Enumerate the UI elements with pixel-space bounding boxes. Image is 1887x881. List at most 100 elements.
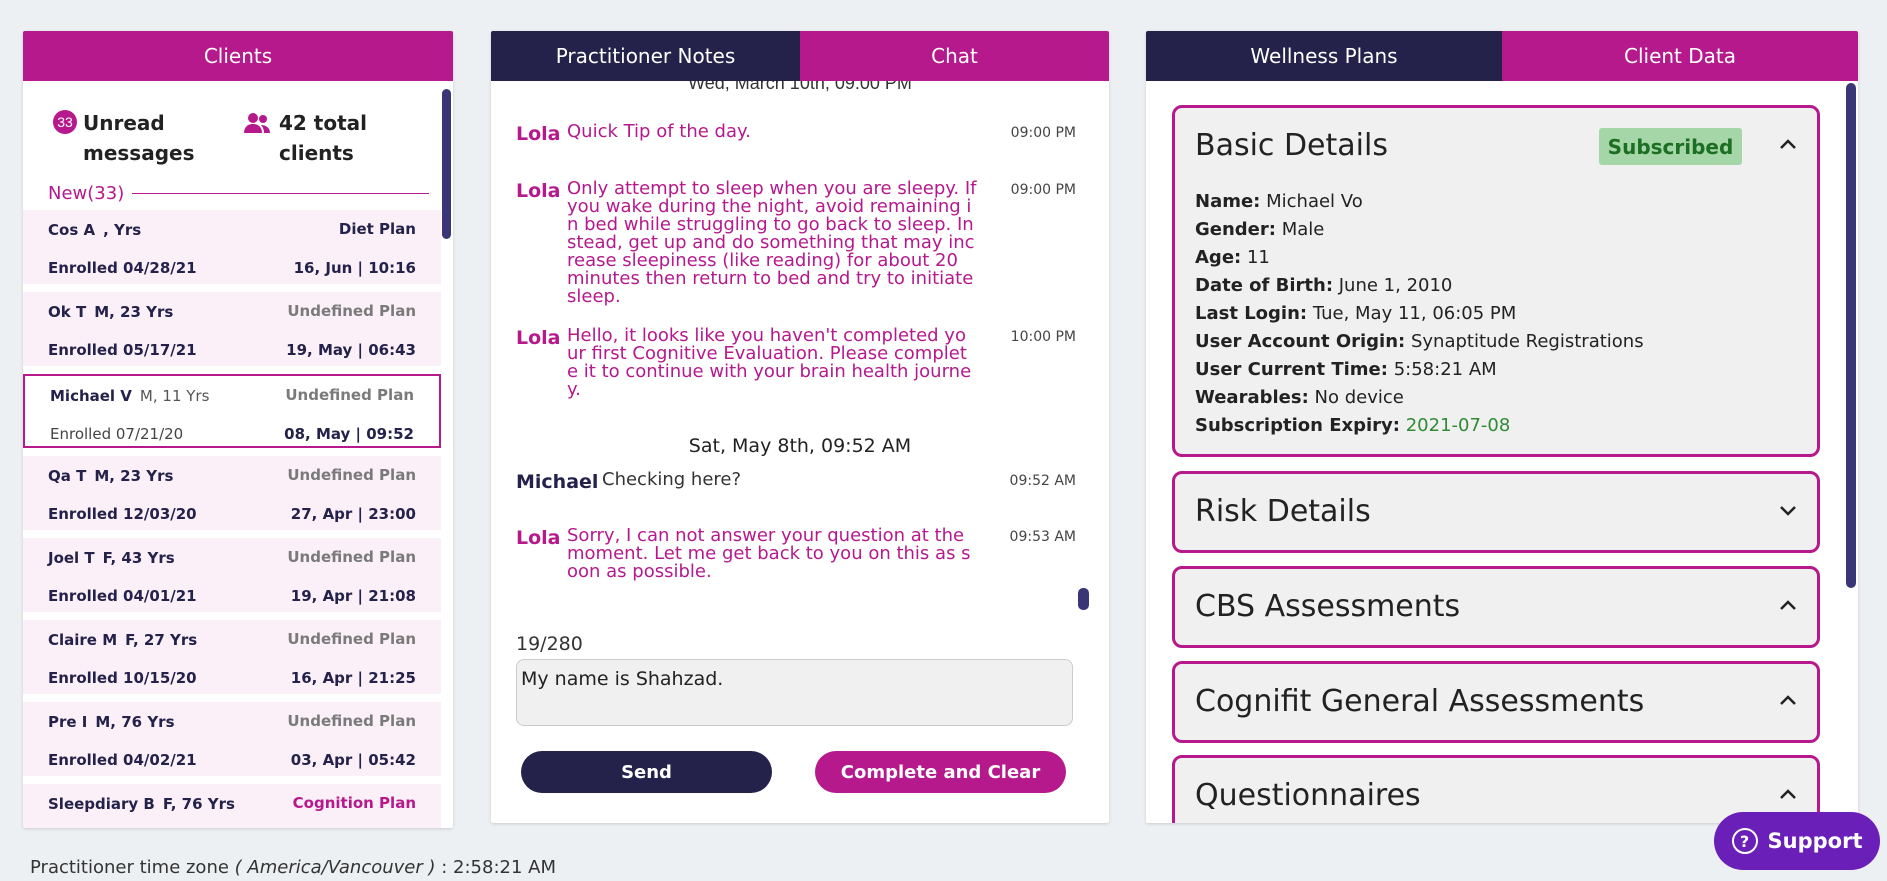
clients-tabbar: Clients bbox=[23, 31, 453, 81]
support-button[interactable]: ? Support bbox=[1714, 812, 1880, 870]
chevron-up-icon[interactable] bbox=[1779, 599, 1797, 611]
client-list-item[interactable]: Joel T F, 43 Yrs Undefined Plan Enrolled 04… bbox=[23, 538, 441, 612]
client-enrolled: Enrolled 10/15/20 bbox=[48, 669, 197, 687]
section-title: Basic Details bbox=[1195, 128, 1388, 163]
client-last-activity: 08, May | 09:52 bbox=[284, 425, 414, 443]
section-title: CBS Assessments bbox=[1195, 589, 1461, 624]
chevron-down-icon[interactable] bbox=[1779, 504, 1797, 516]
client-last-activity: 19, Apr | 21:08 bbox=[290, 587, 416, 605]
subscription-status-badge: Subscribed bbox=[1599, 128, 1742, 165]
char-counter: 19/280 bbox=[516, 633, 583, 655]
client-plan: Undefined Plan bbox=[287, 548, 416, 566]
client-plan: Undefined Plan bbox=[285, 386, 414, 404]
client-plan: Undefined Plan bbox=[287, 712, 416, 730]
tab-wellness-plans[interactable]: Wellness Plans bbox=[1146, 31, 1502, 81]
risk-details-section[interactable]: Risk Details bbox=[1172, 471, 1820, 553]
message-sender: Lola bbox=[516, 123, 561, 145]
clients-scrollbar[interactable] bbox=[442, 89, 451, 239]
client-name-row: Michael V M, 11 Yrs bbox=[50, 386, 284, 418]
client-name: Cos A bbox=[48, 221, 96, 239]
client-name: Joel T bbox=[48, 549, 95, 567]
chevron-up-icon[interactable] bbox=[1779, 694, 1797, 706]
message-input[interactable]: My name is Shahzad. bbox=[516, 659, 1073, 726]
client-meta: F, 27 Yrs bbox=[125, 631, 198, 649]
client-list-item[interactable]: Qa T M, 23 Yrs Undefined Plan Enrolled 12/0… bbox=[23, 456, 441, 530]
tz-zone: ( America/Vancouver ) bbox=[234, 857, 436, 878]
client-meta: M, 76 Yrs bbox=[95, 713, 175, 731]
client-last-activity: 16, Apr | 21:25 bbox=[290, 669, 416, 687]
cognifit-assessments-section[interactable]: Cognifit General Assessments bbox=[1172, 661, 1820, 743]
client-name-row: Claire M F, 27 Yrs bbox=[48, 630, 287, 662]
send-button[interactable]: Send bbox=[521, 751, 772, 793]
client-list-item[interactable]: Claire M F, 27 Yrs Undefined Plan Enrolled … bbox=[23, 620, 441, 694]
message-time: 09:00 PM bbox=[1010, 182, 1076, 198]
details-scrollbar[interactable] bbox=[1846, 83, 1856, 588]
client-list-item[interactable]: Michael V M, 11 Yrs Undefined Plan Enrolled… bbox=[23, 374, 441, 448]
people-icon bbox=[244, 113, 270, 133]
right-body: Basic Details Subscribed Name: Michael V… bbox=[1146, 81, 1858, 823]
client-last-activity: 27, Apr | 23:00 bbox=[290, 505, 416, 523]
client-enrolled: Enrolled 04/02/21 bbox=[48, 751, 197, 769]
message-text: Quick Tip of the day. bbox=[567, 121, 751, 142]
tz-prefix: Practitioner time zone bbox=[30, 857, 235, 878]
new-divider-line bbox=[132, 192, 429, 194]
message: Lola Quick Tip of the day. 09:00 PM bbox=[516, 121, 1076, 146]
client-list: Cos A , Yrs Diet Plan Enrolled 04/28/21 16, … bbox=[23, 210, 453, 828]
message-sender: Lola bbox=[516, 180, 561, 202]
message-time: 09:53 AM bbox=[1009, 529, 1076, 545]
detail-row: Date of Birth: June 1, 2010 bbox=[1195, 272, 1644, 300]
tab-client-data[interactable]: Client Data bbox=[1502, 31, 1858, 81]
client-list-item[interactable]: Ok T M, 23 Yrs Undefined Plan Enrolled 05/1… bbox=[23, 292, 441, 366]
clients-body: 33 Unread messages 42 total clients New(… bbox=[23, 81, 453, 828]
client-plan: Undefined Plan bbox=[287, 302, 416, 320]
section-title: Cognifit General Assessments bbox=[1195, 684, 1645, 719]
message: Michael Checking here? 09:52 AM bbox=[516, 469, 1076, 494]
message-time: 10:00 PM bbox=[1010, 329, 1076, 345]
client-name-row: Qa T M, 23 Yrs bbox=[48, 466, 287, 498]
message-text: Checking here? bbox=[602, 469, 742, 490]
client-list-item[interactable]: Pre I M, 76 Yrs Undefined Plan Enrolled 04/… bbox=[23, 702, 441, 776]
message: Lola Hello, it looks like you haven't co… bbox=[516, 327, 1076, 399]
client-meta: F, 76 Yrs bbox=[162, 795, 235, 813]
chat-scrollbar[interactable] bbox=[1078, 588, 1089, 610]
client-meta: M, 11 Yrs bbox=[139, 387, 210, 405]
unread-label: Unread messages bbox=[83, 111, 195, 165]
cbs-assessments-section[interactable]: CBS Assessments bbox=[1172, 566, 1820, 648]
detail-key: Gender: bbox=[1195, 219, 1276, 240]
client-name-row: Pre I M, 76 Yrs bbox=[48, 712, 287, 744]
detail-value: Michael Vo bbox=[1266, 191, 1363, 212]
tab-clients[interactable]: Clients bbox=[23, 31, 453, 81]
complete-and-clear-button[interactable]: Complete and Clear bbox=[815, 751, 1066, 793]
clients-summary: 33 Unread messages 42 total clients bbox=[23, 81, 453, 178]
detail-key: User Current Time: bbox=[1195, 359, 1388, 380]
detail-row: Wearables: No device bbox=[1195, 384, 1644, 412]
basic-details-section: Basic Details Subscribed Name: Michael V… bbox=[1172, 105, 1820, 457]
new-label: New(33) bbox=[48, 182, 125, 204]
chat-panel: Practitioner Notes Chat Wed, March 10th,… bbox=[491, 31, 1109, 823]
client-name: Claire M bbox=[48, 631, 118, 649]
chevron-up-icon[interactable] bbox=[1779, 138, 1797, 150]
support-label: Support bbox=[1767, 829, 1863, 853]
detail-key: Date of Birth: bbox=[1195, 275, 1334, 296]
client-name-row: Cos A , Yrs bbox=[48, 220, 294, 252]
detail-row: Age: 11 bbox=[1195, 244, 1644, 272]
chevron-up-icon[interactable] bbox=[1779, 788, 1797, 800]
detail-row: Subscription Expiry: 2021-07-08 bbox=[1195, 412, 1644, 440]
tab-practitioner-notes[interactable]: Practitioner Notes bbox=[491, 31, 800, 81]
client-details-panel: Wellness Plans Client Data Basic Details… bbox=[1146, 31, 1858, 823]
chat-body: Wed, March 10th, 09:00 PM Lola Quick Tip… bbox=[491, 81, 1109, 823]
detail-row: User Account Origin: Synaptitude Registr… bbox=[1195, 328, 1644, 356]
client-last-activity: 03, Apr | 05:42 bbox=[290, 751, 416, 769]
detail-value: 5:58:21 AM bbox=[1393, 359, 1497, 380]
message: Lola Sorry, I can not answer your questio… bbox=[516, 527, 1076, 581]
detail-value: 2021-07-08 bbox=[1405, 415, 1511, 436]
client-list-item[interactable]: Cos A , Yrs Diet Plan Enrolled 04/28/21 16, … bbox=[23, 210, 441, 284]
message-sender: Michael bbox=[516, 471, 599, 493]
message-sender: Lola bbox=[516, 527, 561, 549]
detail-row: User Current Time: 5:58:21 AM bbox=[1195, 356, 1644, 384]
tab-chat[interactable]: Chat bbox=[800, 31, 1109, 81]
client-name: Pre I bbox=[48, 713, 88, 731]
client-list-item[interactable]: Sleepdiary BF, 76 YrsCognition PlanEnrol… bbox=[23, 784, 441, 828]
questionnaires-section[interactable]: Questionnaires bbox=[1172, 755, 1820, 823]
detail-key: Last Login: bbox=[1195, 303, 1308, 324]
